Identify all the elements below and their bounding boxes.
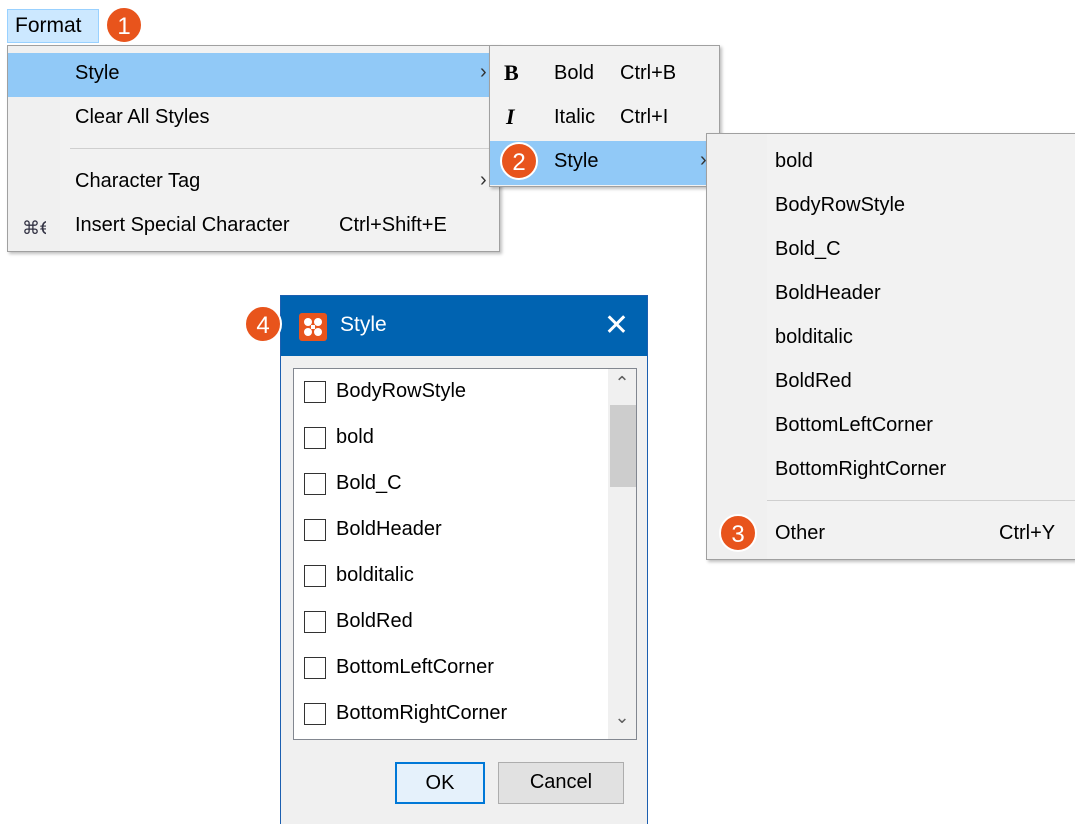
style-option-label: Bold_C bbox=[775, 238, 841, 260]
menu-item-clear-all-styles[interactable]: Clear All Styles bbox=[8, 97, 499, 141]
style-checkbox[interactable] bbox=[304, 381, 326, 403]
menu-item-style[interactable]: Style › bbox=[8, 53, 499, 97]
menu-item-bold[interactable]: B Bold Ctrl+B bbox=[490, 53, 719, 97]
scrollbar-thumb[interactable] bbox=[610, 405, 636, 487]
vertical-scrollbar[interactable]: ⌃ ⌄ bbox=[608, 369, 636, 739]
menu-item-style-option[interactable]: Bold_C bbox=[707, 229, 1075, 273]
step-badge-3: 3 bbox=[719, 514, 757, 552]
style-checkbox[interactable] bbox=[304, 611, 326, 633]
menu-separator bbox=[767, 500, 1075, 501]
menu-item-style-option[interactable]: BoldRed bbox=[707, 361, 1075, 405]
list-item-label: bolditalic bbox=[336, 564, 414, 586]
menu-item-char-tag-label: Character Tag bbox=[75, 170, 201, 192]
style-option-label: BoldHeader bbox=[775, 282, 881, 304]
styles-submenu: bold BodyRowStyle Bold_C BoldHeader boldital… bbox=[706, 133, 1075, 560]
menu-item-other-label: Other bbox=[775, 522, 826, 544]
list-item-label: Bold_C bbox=[336, 472, 402, 494]
menu-item-style-label: Style bbox=[75, 62, 120, 84]
menu-item-bold-shortcut: Ctrl+B bbox=[620, 62, 677, 84]
menu-item-bold-label: Bold bbox=[554, 62, 595, 84]
menu-item-style-option[interactable]: BoldHeader bbox=[707, 273, 1075, 317]
special-character-icon: ⌘€ bbox=[22, 218, 46, 238]
menu-item-italic-shortcut: Ctrl+I bbox=[620, 106, 669, 128]
style-option-label: BodyRowStyle bbox=[775, 194, 906, 216]
style-checkbox[interactable] bbox=[304, 565, 326, 587]
style-checkbox[interactable] bbox=[304, 703, 326, 725]
menu-item-italic[interactable]: I Italic Ctrl+I bbox=[490, 97, 719, 141]
style-checkbox[interactable] bbox=[304, 473, 326, 495]
list-item-label: BodyRowStyle bbox=[336, 380, 467, 402]
app-logo-icon bbox=[299, 313, 327, 341]
menu-format[interactable]: Format bbox=[7, 9, 99, 43]
menu-item-insert-special-character[interactable]: ⌘€ Insert Special Character Ctrl+Shift+E bbox=[8, 205, 499, 249]
scroll-up-icon[interactable]: ⌃ bbox=[608, 373, 636, 394]
menu-item-style-sub-label: Style bbox=[554, 150, 599, 172]
italic-icon: I bbox=[506, 104, 515, 129]
menu-item-clear-label: Clear All Styles bbox=[75, 106, 210, 128]
style-option-label: bold bbox=[775, 150, 813, 172]
menu-item-insert-shortcut: Ctrl+Shift+E bbox=[339, 214, 447, 236]
ok-button[interactable]: OK bbox=[395, 762, 485, 804]
list-item-label: BoldRed bbox=[336, 610, 413, 632]
menu-item-other[interactable]: Other Ctrl+Y bbox=[707, 513, 1075, 557]
dialog-title: Style bbox=[340, 313, 387, 336]
cancel-button[interactable]: Cancel bbox=[498, 762, 624, 804]
step-badge-2: 2 bbox=[500, 142, 538, 180]
style-checkbox[interactable] bbox=[304, 657, 326, 679]
menu-item-other-shortcut: Ctrl+Y bbox=[999, 522, 1056, 544]
menu-item-style-option[interactable]: BodyRowStyle bbox=[707, 185, 1075, 229]
list-item-label: BottomLeftCorner bbox=[336, 656, 494, 678]
style-option-label: BoldRed bbox=[775, 370, 852, 392]
style-option-label: BottomRightCorner bbox=[775, 458, 947, 480]
chevron-right-icon: › bbox=[480, 61, 487, 83]
scroll-down-icon[interactable]: ⌄ bbox=[608, 707, 636, 728]
menu-item-italic-label: Italic bbox=[554, 106, 596, 128]
menu-item-style-option[interactable]: BottomLeftCorner bbox=[707, 405, 1075, 449]
menu-separator bbox=[70, 148, 495, 149]
format-menu: Style › Clear All Styles Character Tag ›… bbox=[7, 45, 500, 252]
list-item-label: BottomRightCorner bbox=[336, 702, 508, 724]
svg-text:⌘€: ⌘€ bbox=[22, 218, 46, 238]
style-option-label: bolditalic bbox=[775, 326, 853, 348]
menu-item-style-option[interactable]: bolditalic bbox=[707, 317, 1075, 361]
menu-item-style-option[interactable]: bold bbox=[707, 141, 1075, 185]
style-option-label: BottomLeftCorner bbox=[775, 414, 933, 436]
style-checkbox[interactable] bbox=[304, 519, 326, 541]
list-item-label: BoldHeader bbox=[336, 518, 442, 540]
style-checkbox[interactable] bbox=[304, 427, 326, 449]
step-badge-1: 1 bbox=[105, 6, 143, 44]
menu-item-character-tag[interactable]: Character Tag › bbox=[8, 161, 499, 205]
chevron-right-icon: › bbox=[480, 169, 487, 191]
list-item-label: bold bbox=[336, 426, 374, 448]
style-listbox[interactable]: BodyRowStyle bold Bold_C BoldHeader boldital… bbox=[293, 368, 637, 740]
style-dialog: Style ✕ BodyRowStyle bold Bold_C BoldHeader… bbox=[280, 295, 648, 824]
bold-icon: B bbox=[504, 60, 519, 85]
close-icon[interactable]: ✕ bbox=[604, 308, 629, 343]
step-badge-4: 4 bbox=[244, 305, 282, 343]
menu-item-insert-label: Insert Special Character bbox=[75, 214, 290, 236]
menu-item-style-option[interactable]: BottomRightCorner bbox=[707, 449, 1075, 493]
dialog-titlebar[interactable]: Style ✕ bbox=[281, 296, 647, 356]
